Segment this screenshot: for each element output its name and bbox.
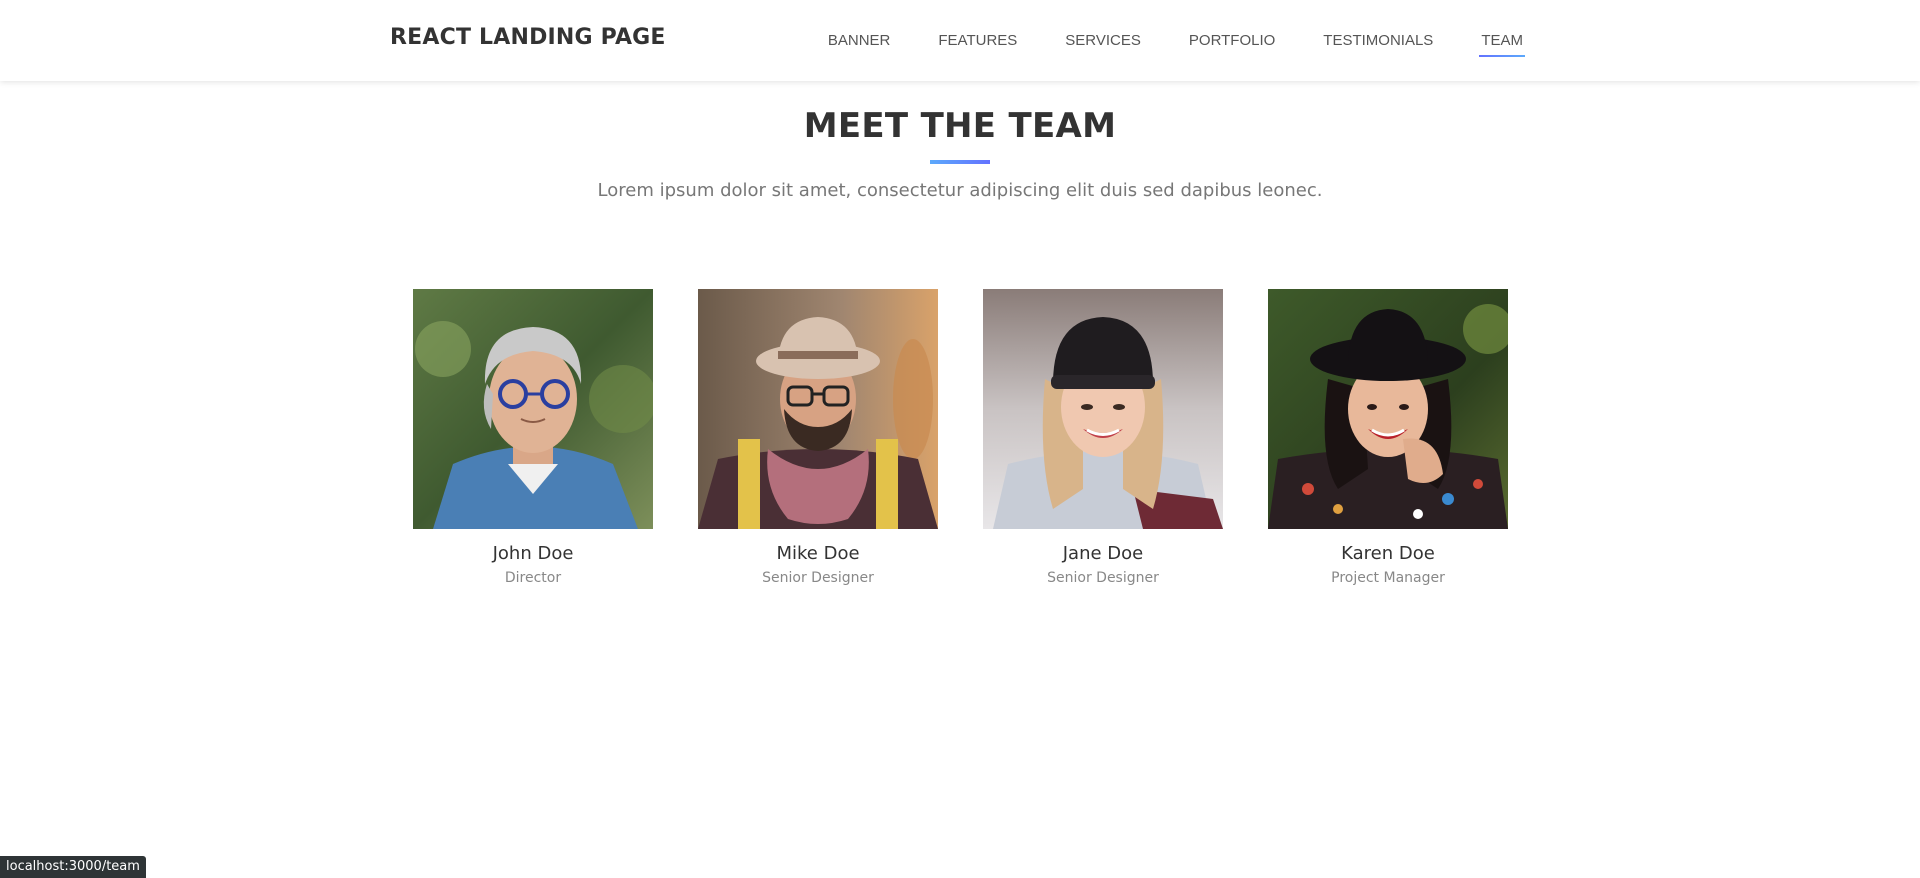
active-nav-underline <box>1479 55 1525 57</box>
member-name: Jane Doe <box>1062 543 1144 564</box>
nav-item-testimonials: TESTIMONIALS <box>1321 24 1435 57</box>
member-photo-jane <box>983 289 1223 529</box>
member-name: Mike Doe <box>776 543 860 564</box>
team-member-card: Mike Doe Senior Designer <box>698 289 938 586</box>
member-role: Director <box>504 570 562 586</box>
team-member-card: Karen Doe Project Manager <box>1268 289 1508 586</box>
nav-link-features[interactable]: FEATURES <box>936 24 1019 57</box>
member-role: Senior Designer <box>762 570 874 586</box>
member-name: Karen Doe <box>1341 543 1435 564</box>
member-role: Project Manager <box>1331 570 1445 586</box>
portrait-image <box>1268 289 1508 529</box>
member-photo-karen <box>1268 289 1508 529</box>
portrait-image <box>413 289 653 529</box>
title-underline-bar <box>930 160 990 164</box>
nav-item-services: SERVICES <box>1063 24 1143 57</box>
nav-link-testimonials[interactable]: TESTIMONIALS <box>1321 24 1435 57</box>
nav-item-team: TEAM <box>1479 24 1525 57</box>
member-photo-mike <box>698 289 938 529</box>
nav-menu: BANNER FEATURES SERVICES PORTFOLIO TESTI… <box>782 0 1525 81</box>
nav-link-services[interactable]: SERVICES <box>1063 24 1143 57</box>
brand-logo-link[interactable]: REACT LANDING PAGE <box>390 25 666 50</box>
section-title: MEET THE TEAM <box>803 106 1117 146</box>
nav-link-team[interactable]: TEAM <box>1479 24 1525 57</box>
link-status-bar: localhost:3000/team <box>0 856 146 878</box>
team-member-card: John Doe Director <box>413 289 653 586</box>
portrait-image <box>983 289 1223 529</box>
nav-link-portfolio[interactable]: PORTFOLIO <box>1187 24 1277 57</box>
member-role: Senior Designer <box>1047 570 1159 586</box>
top-navbar: REACT LANDING PAGE BANNER FEATURES SERVI… <box>0 0 1920 81</box>
portrait-image <box>698 289 938 529</box>
nav-item-banner: BANNER <box>826 24 893 57</box>
nav-link-banner[interactable]: BANNER <box>826 24 893 57</box>
nav-item-portfolio: PORTFOLIO <box>1187 24 1277 57</box>
team-member-card: Jane Doe Senior Designer <box>983 289 1223 586</box>
nav-item-features: FEATURES <box>936 24 1019 57</box>
member-photo-john <box>413 289 653 529</box>
member-name: John Doe <box>492 543 574 564</box>
section-subtitle: Lorem ipsum dolor sit amet, consectetur … <box>597 180 1323 201</box>
